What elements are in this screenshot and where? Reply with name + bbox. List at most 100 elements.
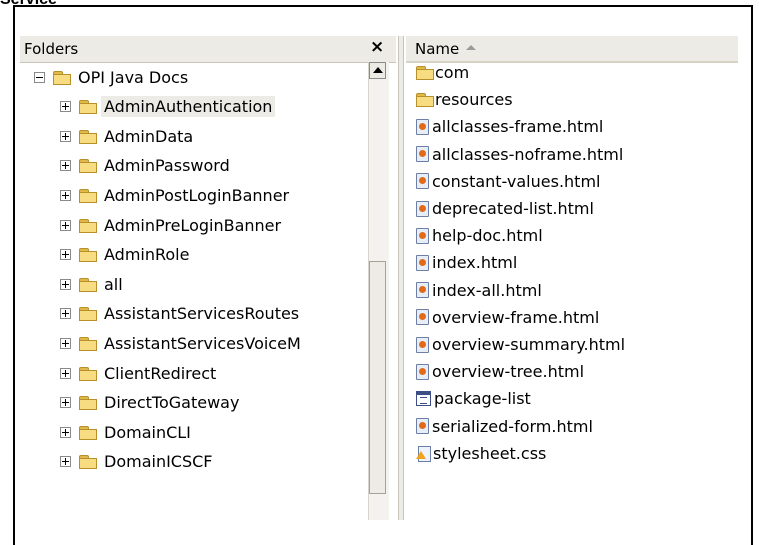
file-list-item[interactable]: deprecated-list.html (416, 195, 594, 222)
file-list-pane: Name com resources allclasses-frame.html al… (406, 36, 738, 520)
file-list-item[interactable]: index-all.html (416, 277, 542, 304)
name-column-label: Name (415, 40, 460, 58)
tree-item-label: OPI Java Docs (78, 67, 189, 87)
folder-tree: OPI Java Docs AdminAuthentication AdminDat… (20, 62, 368, 520)
file-list-item[interactable]: help-doc.html (416, 222, 543, 249)
tree-item[interactable]: DomainICSCF (60, 449, 216, 475)
file-list-item[interactable]: index.html (416, 249, 517, 276)
tree-item-label: AdminPreLoginBanner (104, 215, 282, 235)
file-name: overview-tree.html (432, 362, 585, 382)
expand-plus-icon[interactable] (60, 426, 71, 438)
folder-icon (79, 336, 97, 351)
tree-item[interactable]: AdminData (60, 123, 196, 149)
folders-pane-title: Folders (24, 40, 79, 58)
file-list-item[interactable]: constant-values.html (416, 168, 600, 195)
folder-icon (79, 159, 97, 174)
list-file-icon (416, 391, 431, 407)
file-list-item[interactable]: package-list (416, 385, 531, 412)
file-list-item[interactable]: overview-summary.html (416, 331, 625, 358)
tree-item-label: AssistantServicesVoiceM (104, 333, 301, 353)
folders-pane-header: Folders × (20, 36, 396, 63)
tree-item[interactable]: AdminPostLoginBanner (60, 182, 292, 208)
tree-item-label: ClientRedirect (104, 363, 217, 383)
close-icon[interactable]: × (370, 37, 384, 57)
folder-icon (416, 93, 434, 108)
file-name: allclasses-noframe.html (432, 144, 624, 164)
folder-icon (79, 366, 97, 381)
folder-icon (416, 66, 434, 80)
expand-plus-icon[interactable] (60, 189, 71, 201)
expand-plus-icon[interactable] (60, 219, 71, 231)
tree-item[interactable]: AdminAuthentication (60, 94, 276, 120)
html-file-icon (416, 118, 429, 135)
folder-icon (79, 277, 97, 292)
file-name: deprecated-list.html (432, 199, 594, 218)
file-list-item[interactable]: overview-tree.html (416, 358, 584, 385)
expand-plus-icon[interactable] (60, 308, 71, 320)
pane-splitter[interactable] (398, 36, 404, 520)
file-name: index-all.html (432, 280, 542, 300)
tree-item[interactable]: AssistantServicesVoiceM (60, 330, 304, 356)
tree-item-label: AssistantServicesRoutes (104, 304, 300, 324)
file-list-item[interactable]: com (416, 59, 469, 86)
html-file-icon (416, 146, 429, 163)
file-name: constant-values.html (432, 171, 601, 191)
file-list-item[interactable]: resources (416, 86, 513, 113)
scroll-up-button[interactable] (369, 62, 386, 79)
sort-ascending-icon (466, 45, 476, 50)
tree-item[interactable]: AdminRole (60, 242, 192, 268)
html-file-icon (416, 200, 429, 217)
tree-item[interactable]: AssistantServicesRoutes (60, 301, 302, 327)
expand-plus-icon[interactable] (60, 101, 71, 113)
html-file-icon (416, 309, 429, 326)
expand-plus-icon[interactable] (60, 278, 71, 290)
html-file-icon (416, 363, 429, 380)
folder-icon (79, 307, 97, 322)
tree-item[interactable]: all (60, 271, 126, 297)
scroll-thumb[interactable] (369, 261, 386, 494)
html-file-icon (416, 282, 429, 299)
tree-item-label: DomainICSCF (104, 452, 213, 472)
expand-plus-icon[interactable] (60, 249, 71, 261)
expand-plus-icon[interactable] (60, 337, 71, 349)
expand-plus-icon[interactable] (60, 130, 71, 142)
css-file-icon (416, 445, 431, 462)
tree-item-label: DirectToGateway (104, 393, 240, 413)
file-list-item[interactable]: allclasses-noframe.html (416, 141, 623, 168)
folder-icon (79, 129, 97, 144)
folder-icon (79, 188, 97, 203)
folder-icon (79, 218, 97, 233)
file-list-item[interactable]: overview-frame.html (416, 304, 599, 331)
tree-item[interactable]: DomainCLI (60, 419, 194, 445)
tree-item[interactable]: AdminPreLoginBanner (60, 212, 284, 238)
expand-plus-icon[interactable] (60, 397, 71, 409)
file-list-item[interactable]: stylesheet.css (416, 440, 546, 467)
collapse-minus-icon[interactable] (34, 71, 45, 83)
expand-plus-icon[interactable] (60, 456, 71, 468)
file-list-item[interactable]: serialized-form.html (416, 413, 593, 440)
file-list-item[interactable]: allclasses-frame.html (416, 113, 603, 140)
tree-item[interactable]: OPI Java Docs (34, 64, 191, 90)
scroll-up-arrow-icon (373, 67, 383, 73)
html-file-icon (416, 336, 429, 353)
folder-icon (79, 248, 97, 263)
expand-plus-icon[interactable] (60, 367, 71, 379)
file-name: resources (435, 90, 513, 110)
folder-icon (79, 425, 97, 440)
expand-plus-icon[interactable] (60, 160, 71, 172)
tree-item-label: AdminRole (104, 245, 190, 265)
file-name: index.html (432, 253, 518, 273)
file-name: overview-summary.html (432, 335, 626, 354)
file-name: overview-frame.html (432, 307, 600, 327)
folder-icon (79, 455, 97, 470)
tree-item[interactable]: DirectToGateway (60, 390, 242, 416)
folder-icon (79, 396, 97, 411)
file-name: stylesheet.css (433, 443, 547, 463)
tree-item[interactable]: AdminPassword (60, 153, 233, 179)
tree-item[interactable]: ClientRedirect (60, 360, 219, 386)
tree-item-label: AdminData (104, 126, 194, 146)
file-name: allclasses-frame.html (432, 117, 604, 137)
tree-item-label: AdminPostLoginBanner (104, 185, 290, 205)
tree-item-label: all (104, 274, 123, 294)
html-file-icon (416, 173, 429, 190)
